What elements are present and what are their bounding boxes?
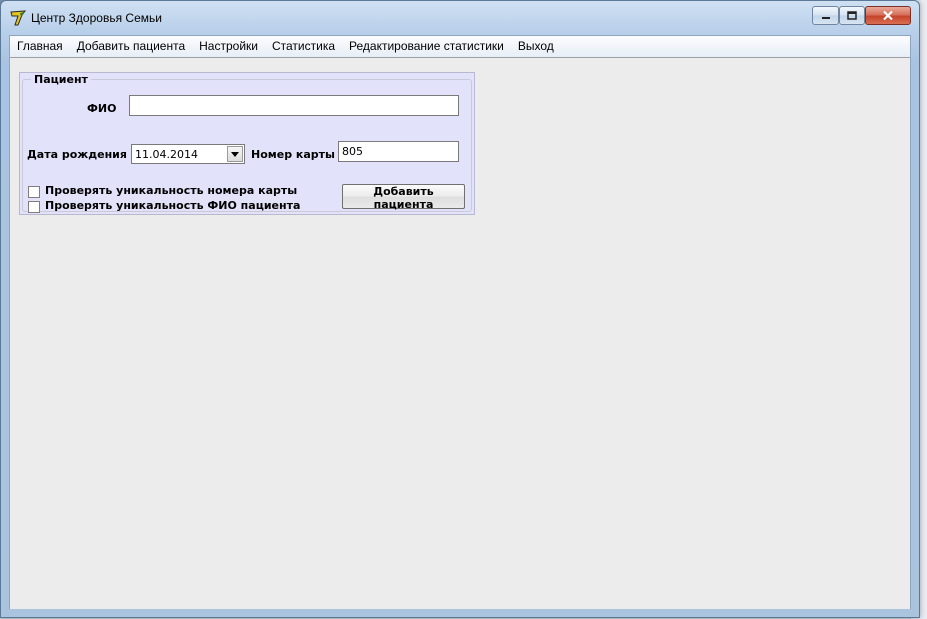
title-bar[interactable]: Центр Здоровья Семьи [1,1,919,33]
menu-item-statistics[interactable]: Статистика [265,36,342,57]
close-icon [883,10,893,21]
menu-bar: Главная Добавить пациента Настройки Стат… [10,36,910,58]
menu-item-home[interactable]: Главная [10,36,70,57]
patient-panel: Пациент ФИО Дата рождения 11.04.2014 Ном… [19,72,475,215]
birth-date-value: 11.04.2014 [135,148,198,161]
main-window: Центр Здоровья Семьи Главная Добавить па… [0,0,920,618]
minimize-icon [821,16,830,19]
patient-groupbox: Пациент ФИО Дата рождения 11.04.2014 Ном… [22,73,472,213]
check-card-unique-checkbox[interactable] [28,186,40,198]
fio-label: ФИО [87,102,117,115]
patient-group-title: Пациент [31,73,91,86]
birth-date-picker[interactable]: 11.04.2014 [131,144,245,164]
check-fio-unique-checkbox[interactable] [28,201,40,213]
client-area: Главная Добавить пациента Настройки Стат… [9,35,911,609]
menu-item-exit[interactable]: Выход [511,36,561,57]
add-patient-button[interactable]: Добавить пациента [342,184,465,211]
close-button[interactable] [865,6,911,25]
maximize-icon [847,11,857,20]
fio-input[interactable] [129,95,459,116]
birth-date-dropdown-button[interactable] [227,146,243,162]
app-logo-icon [10,10,27,26]
menu-item-settings[interactable]: Настройки [192,36,265,57]
check-card-unique-label[interactable]: Проверять уникальность номера карты [45,184,297,197]
check-fio-unique-label[interactable]: Проверять уникальность ФИО пациента [45,199,300,212]
menu-item-edit-statistics[interactable]: Редактирование статистики [342,36,511,57]
menu-item-add-patient[interactable]: Добавить пациента [70,36,192,57]
birth-date-label: Дата рождения [27,148,127,161]
chevron-down-icon [231,151,239,157]
minimize-button[interactable] [812,6,839,25]
card-number-label: Номер карты [251,148,336,161]
work-area: Пациент ФИО Дата рождения 11.04.2014 Ном… [10,57,910,609]
maximize-button[interactable] [839,6,865,25]
card-number-input[interactable] [338,141,459,162]
window-title: Центр Здоровья Семьи [31,11,162,25]
